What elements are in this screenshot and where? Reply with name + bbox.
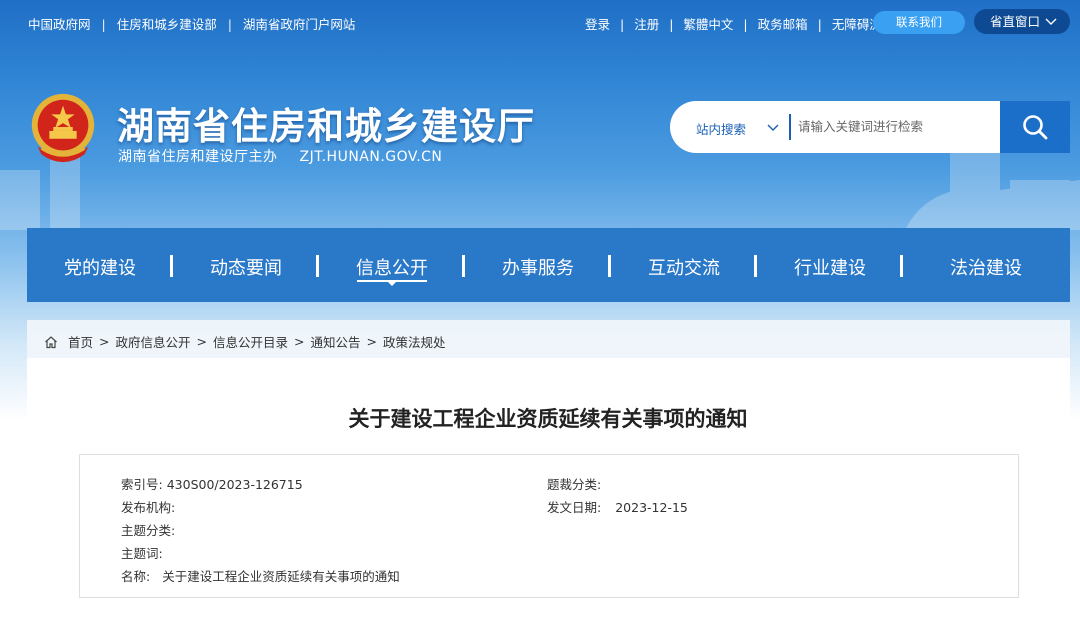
user-links: 登录 | 注册 | 繁體中文 | 政务邮箱 | 无障碍浏览 [585, 14, 894, 33]
meta-publisher: 发布机构: [121, 497, 179, 516]
chevron-down-icon [1045, 18, 1057, 25]
meta-date: 发文日期: 2023-12-15 [547, 497, 688, 516]
meta-name: 名称: 关于建设工程企业资质延续有关事项的通知 [121, 566, 400, 585]
contact-us-button[interactable]: 联系我们 [873, 11, 965, 34]
meta-topic-label: 主题分类: [121, 523, 176, 538]
meta-index-value: 430S00/2023-126715 [166, 477, 303, 492]
meta-genre-label: 题裁分类: [547, 477, 602, 492]
nav-separator [754, 255, 757, 277]
search-scope-select[interactable]: 站内搜索 [696, 119, 746, 138]
separator: | [620, 17, 625, 32]
site-host: 湖南省住房和建设厅主办 [118, 149, 278, 165]
nav-separator [608, 255, 611, 277]
meta-publisher-label: 发布机构: [121, 500, 176, 515]
link-hunan-portal[interactable]: 湖南省政府门户网站 [243, 17, 356, 32]
breadcrumb-separator: > [196, 334, 207, 349]
search-button[interactable] [1000, 101, 1070, 153]
nav-separator [462, 255, 465, 277]
meta-date-label: 发文日期: [547, 500, 602, 515]
breadcrumb-separator: > [366, 334, 377, 349]
nav-item-interaction[interactable]: 互动交流 [648, 254, 720, 280]
nav-item-news[interactable]: 动态要闻 [210, 254, 282, 280]
site-title: 湖南省住房和城乡建设厅 [117, 105, 535, 148]
meta-keywords-label: 主题词: [121, 546, 163, 561]
breadcrumb-gov-info[interactable]: 政府信息公开 [116, 332, 191, 351]
separator: | [743, 17, 748, 32]
article-title: 关于建设工程企业资质延续有关事项的通知 [348, 407, 748, 431]
meta-keywords: 主题词: [121, 543, 167, 562]
meta-date-value: 2023-12-15 [615, 500, 688, 515]
breadcrumb-home[interactable]: 首页 [68, 332, 93, 351]
link-mohurd[interactable]: 住房和城乡建设部 [117, 17, 217, 32]
article-metadata: 索引号: 430S00/2023-126715 题裁分类: 发布机构: 发文日期:… [79, 454, 1019, 598]
main-nav: 党的建设 动态要闻 信息公开 办事服务 互动交流 行业建设 法治建设 [27, 228, 1070, 302]
breadcrumb: 首页 > 政府信息公开 > 信息公开目录 > 通知公告 > 政策法规处 [44, 332, 446, 351]
nav-item-rule-of-law[interactable]: 法治建设 [950, 254, 1022, 280]
top-bar: 中国政府网 | 住房和城乡建设部 | 湖南省政府门户网站 登录 | 注册 | 繁… [0, 0, 1080, 44]
nav-separator [316, 255, 319, 277]
nav-separator [900, 255, 903, 277]
meta-name-label: 名称: [121, 569, 151, 584]
meta-index-label: 索引号: [121, 477, 163, 492]
nav-active-caret [388, 282, 396, 286]
nav-item-party-building[interactable]: 党的建设 [64, 254, 136, 280]
meta-index: 索引号: 430S00/2023-126715 [121, 474, 303, 493]
separator: | [817, 17, 822, 32]
search-box: 站内搜索 [670, 101, 1070, 153]
nav-item-industry[interactable]: 行业建设 [794, 254, 866, 280]
site-domain: ZJT.HUNAN.GOV.CN [299, 149, 443, 165]
login-link[interactable]: 登录 [585, 17, 610, 32]
site-subtitle: 湖南省住房和建设厅主办 ZJT.HUNAN.GOV.CN [118, 146, 442, 166]
breadcrumb-policy-dept[interactable]: 政策法规处 [383, 332, 446, 351]
chevron-down-icon[interactable] [766, 120, 780, 134]
province-window-label: 省直窗口 [990, 14, 1041, 29]
search-divider [789, 114, 791, 140]
breadcrumb-separator: > [99, 334, 110, 349]
breadcrumb-bar: 首页 > 政府信息公开 > 信息公开目录 > 通知公告 > 政策法规处 [27, 320, 1070, 358]
traditional-chinese-link[interactable]: 繁體中文 [683, 17, 733, 32]
nav-item-info-disclosure[interactable]: 信息公开 [356, 254, 428, 280]
separator: | [227, 17, 232, 32]
meta-genre: 题裁分类: [547, 474, 605, 493]
separator: | [101, 17, 106, 32]
home-icon [45, 335, 57, 348]
nav-separator [170, 255, 173, 277]
national-emblem-icon [31, 93, 95, 163]
search-input[interactable] [798, 111, 998, 141]
search-icon [1023, 115, 1048, 140]
province-window-button[interactable]: 省直窗口 [974, 9, 1070, 34]
breadcrumb-separator: > [294, 334, 305, 349]
separator: | [669, 17, 674, 32]
meta-topic: 主题分类: [121, 520, 179, 539]
meta-name-value: 关于建设工程企业资质延续有关事项的通知 [162, 569, 400, 584]
gov-mail-link[interactable]: 政务邮箱 [758, 17, 808, 32]
external-links: 中国政府网 | 住房和城乡建设部 | 湖南省政府门户网站 [28, 14, 355, 33]
link-gov-cn[interactable]: 中国政府网 [28, 17, 91, 32]
register-link[interactable]: 注册 [634, 17, 659, 32]
breadcrumb-notices[interactable]: 通知公告 [311, 332, 361, 351]
nav-item-services[interactable]: 办事服务 [502, 254, 574, 280]
breadcrumb-catalog[interactable]: 信息公开目录 [213, 332, 288, 351]
